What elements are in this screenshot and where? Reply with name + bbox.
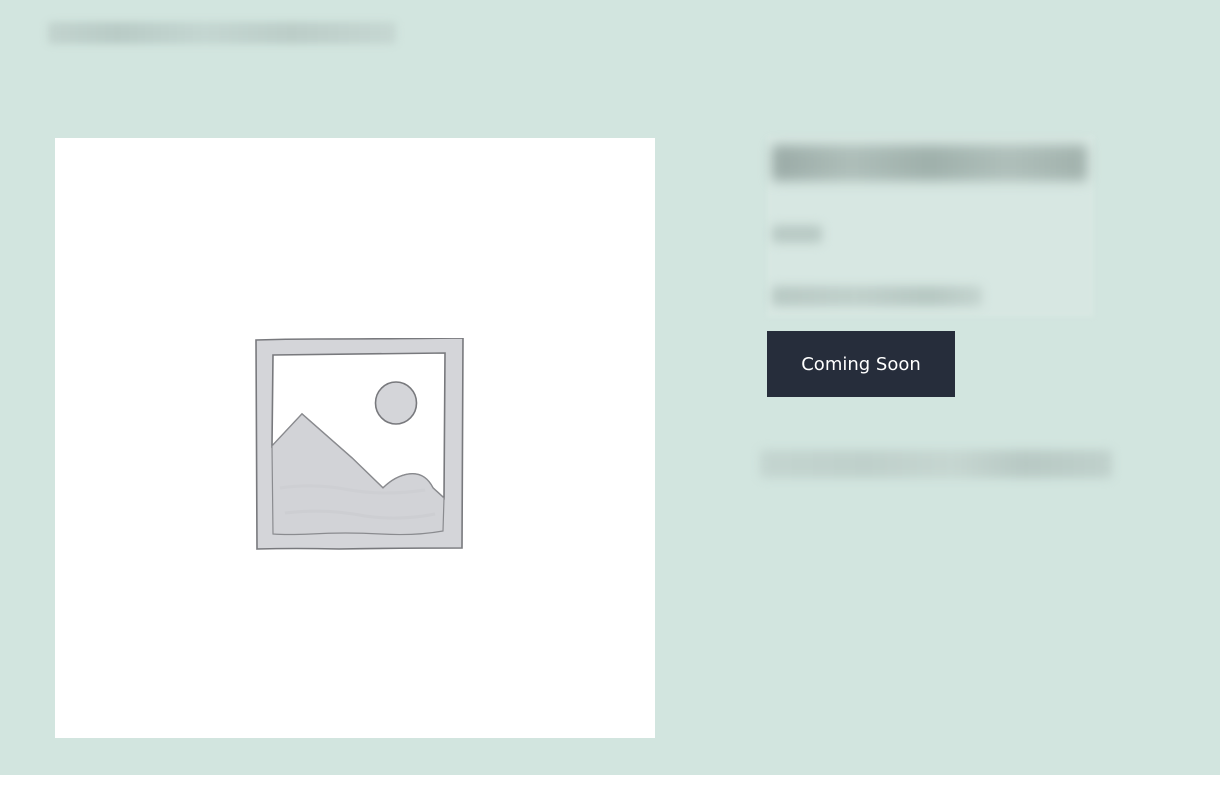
product-meta bbox=[760, 450, 1112, 478]
product-image[interactable] bbox=[55, 138, 655, 738]
coming-soon-button[interactable]: Coming Soon bbox=[767, 331, 955, 397]
product-price bbox=[772, 225, 822, 243]
image-placeholder-icon bbox=[255, 338, 464, 550]
breadcrumb bbox=[48, 22, 396, 44]
product-title bbox=[772, 145, 1087, 181]
stock-status bbox=[772, 286, 982, 306]
page: Coming Soon bbox=[0, 0, 1220, 775]
